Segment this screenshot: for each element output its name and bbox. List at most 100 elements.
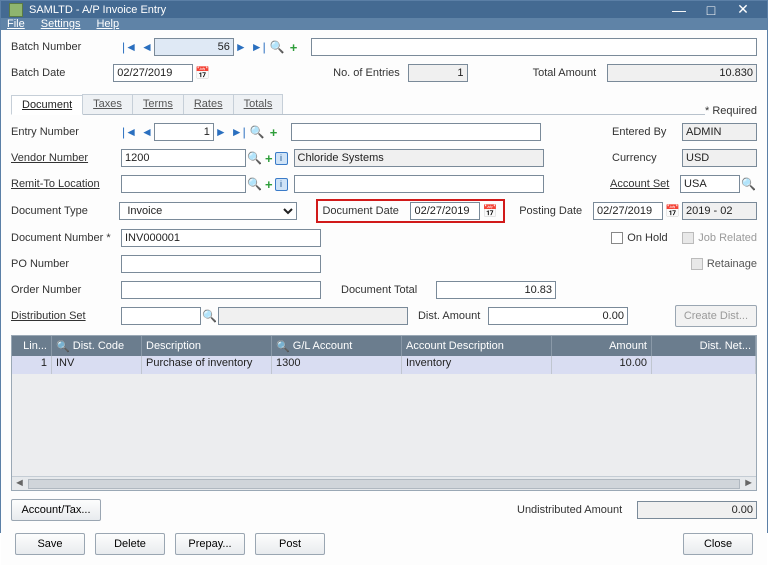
document-number-label: Document Number * bbox=[11, 232, 121, 244]
menu-help[interactable]: Help bbox=[96, 18, 119, 30]
document-total-input[interactable] bbox=[436, 281, 556, 299]
distribution-set-label[interactable]: Distribution Set bbox=[11, 310, 121, 322]
col-dist-net[interactable]: Dist. Net... bbox=[652, 336, 756, 356]
menu-bar: File Settings Help bbox=[1, 18, 767, 30]
entry-finder-icon[interactable]: 🔍 bbox=[249, 125, 266, 139]
required-note: * Required bbox=[705, 105, 757, 121]
batch-next-icon[interactable]: ► bbox=[234, 40, 248, 54]
table-row[interactable]: 1 INV Purchase of inventory 1300 Invento… bbox=[12, 356, 756, 374]
posting-date-input[interactable] bbox=[593, 202, 663, 220]
batch-new-icon[interactable]: + bbox=[288, 40, 300, 55]
cell-account-desc[interactable]: Inventory bbox=[402, 356, 552, 374]
cell-gl-account[interactable]: 1300 bbox=[272, 356, 402, 374]
save-button[interactable]: Save bbox=[15, 533, 85, 555]
vendor-number-label[interactable]: Vendor Number bbox=[11, 152, 121, 164]
entry-desc-input[interactable] bbox=[291, 123, 541, 141]
account-set-label[interactable]: Account Set bbox=[610, 178, 680, 190]
account-set-finder-icon[interactable]: 🔍 bbox=[740, 177, 757, 191]
col-amount[interactable]: Amount bbox=[552, 336, 652, 356]
tab-terms[interactable]: Terms bbox=[132, 94, 184, 114]
window-title: SAMLTD - A/P Invoice Entry bbox=[29, 4, 663, 16]
on-hold-checkbox[interactable] bbox=[611, 232, 623, 244]
document-date-label: Document Date bbox=[322, 205, 410, 217]
distribution-set-finder-icon[interactable]: 🔍 bbox=[201, 309, 218, 323]
batch-number-label: Batch Number bbox=[11, 41, 121, 53]
batch-finder-icon[interactable]: 🔍 bbox=[269, 40, 286, 54]
cell-description[interactable]: Purchase of inventory bbox=[142, 356, 272, 374]
close-button[interactable]: Close bbox=[683, 533, 753, 555]
vendor-name-field bbox=[294, 149, 544, 167]
tab-totals[interactable]: Totals bbox=[233, 94, 284, 114]
entry-first-icon[interactable]: |◄ bbox=[121, 125, 138, 139]
scroll-left-icon[interactable]: ◄ bbox=[14, 477, 25, 489]
entry-last-icon[interactable]: ►| bbox=[230, 125, 247, 139]
maximize-button[interactable]: □ bbox=[695, 2, 727, 18]
distribution-set-input[interactable] bbox=[121, 307, 201, 325]
batch-desc-input[interactable] bbox=[311, 38, 757, 56]
document-date-input[interactable] bbox=[410, 202, 480, 220]
account-tax-button[interactable]: Account/Tax... bbox=[11, 499, 101, 521]
tab-document[interactable]: Document bbox=[11, 95, 83, 115]
col-gl-account[interactable]: 🔍 G/L Account bbox=[272, 336, 402, 356]
col-line[interactable]: Lin... bbox=[12, 336, 52, 356]
retainage-checkbox bbox=[691, 258, 703, 270]
remit-to-finder-icon[interactable]: 🔍 bbox=[246, 177, 263, 191]
document-date-calendar-icon[interactable]: 📅 bbox=[480, 204, 499, 218]
batch-number-row: Batch Number |◄ ◄ ► ►| 🔍 + bbox=[11, 36, 757, 58]
post-button[interactable]: Post bbox=[255, 533, 325, 555]
tab-taxes[interactable]: Taxes bbox=[82, 94, 133, 114]
cell-amount[interactable]: 10.00 bbox=[552, 356, 652, 374]
close-window-button[interactable]: ✕ bbox=[727, 1, 759, 18]
col-dist-code[interactable]: 🔍 Dist. Code bbox=[52, 336, 142, 356]
undistributed-label: Undistributed Amount bbox=[517, 504, 637, 516]
entered-by-label: Entered By bbox=[612, 126, 682, 138]
vendor-new-icon[interactable]: + bbox=[263, 151, 275, 166]
cell-dist-net[interactable] bbox=[652, 356, 756, 374]
order-number-input[interactable] bbox=[121, 281, 321, 299]
account-set-input[interactable] bbox=[680, 175, 740, 193]
vendor-number-input[interactable] bbox=[121, 149, 246, 167]
remit-to-new-icon[interactable]: + bbox=[263, 177, 275, 192]
content-area: Batch Number |◄ ◄ ► ►| 🔍 + Batch Date 📅 … bbox=[1, 30, 767, 565]
tab-rates[interactable]: Rates bbox=[183, 94, 234, 114]
dist-amount-input[interactable] bbox=[488, 307, 628, 325]
document-type-select[interactable]: Invoice bbox=[119, 202, 296, 220]
batch-date-label: Batch Date bbox=[11, 67, 113, 79]
remit-to-desc-input[interactable] bbox=[294, 175, 544, 193]
grid-horizontal-scrollbar[interactable]: ◄ ► bbox=[12, 476, 756, 490]
document-total-label: Document Total bbox=[341, 284, 436, 296]
search-icon: 🔍 bbox=[56, 340, 70, 353]
scroll-right-icon[interactable]: ► bbox=[743, 477, 754, 489]
batch-number-input[interactable] bbox=[154, 38, 234, 56]
menu-file[interactable]: File bbox=[7, 18, 25, 30]
batch-first-icon[interactable]: |◄ bbox=[121, 40, 138, 54]
posting-date-calendar-icon[interactable]: 📅 bbox=[663, 204, 682, 218]
minimize-button[interactable]: — bbox=[663, 2, 695, 18]
batch-prev-icon[interactable]: ◄ bbox=[140, 40, 154, 54]
batch-date-calendar-icon[interactable]: 📅 bbox=[193, 66, 212, 80]
col-account-desc[interactable]: Account Description bbox=[402, 336, 552, 356]
grid-body[interactable]: 1 INV Purchase of inventory 1300 Invento… bbox=[12, 356, 756, 476]
job-related-label: Job Related bbox=[698, 232, 757, 244]
remit-to-input[interactable] bbox=[121, 175, 246, 193]
cell-dist-code[interactable]: INV bbox=[52, 356, 142, 374]
po-number-input[interactable] bbox=[121, 255, 321, 273]
remit-to-info-icon[interactable]: i bbox=[275, 178, 288, 191]
batch-last-icon[interactable]: ►| bbox=[250, 40, 267, 54]
no-entries-label: No. of Entries bbox=[333, 67, 407, 79]
entry-new-icon[interactable]: + bbox=[268, 125, 280, 140]
entry-prev-icon[interactable]: ◄ bbox=[140, 125, 154, 139]
entry-next-icon[interactable]: ► bbox=[214, 125, 228, 139]
batch-date-input[interactable] bbox=[113, 64, 193, 82]
entry-number-input[interactable] bbox=[154, 123, 214, 141]
remit-to-label[interactable]: Remit-To Location bbox=[11, 178, 121, 190]
prepay-button[interactable]: Prepay... bbox=[175, 533, 245, 555]
col-description[interactable]: Description bbox=[142, 336, 272, 356]
document-number-input[interactable] bbox=[121, 229, 321, 247]
vendor-finder-icon[interactable]: 🔍 bbox=[246, 151, 263, 165]
delete-button[interactable]: Delete bbox=[95, 533, 165, 555]
batch-nav-group: |◄ ◄ bbox=[121, 40, 154, 54]
vendor-info-icon[interactable]: i bbox=[275, 152, 288, 165]
total-amount-label: Total Amount bbox=[533, 67, 607, 79]
menu-settings[interactable]: Settings bbox=[41, 18, 81, 30]
